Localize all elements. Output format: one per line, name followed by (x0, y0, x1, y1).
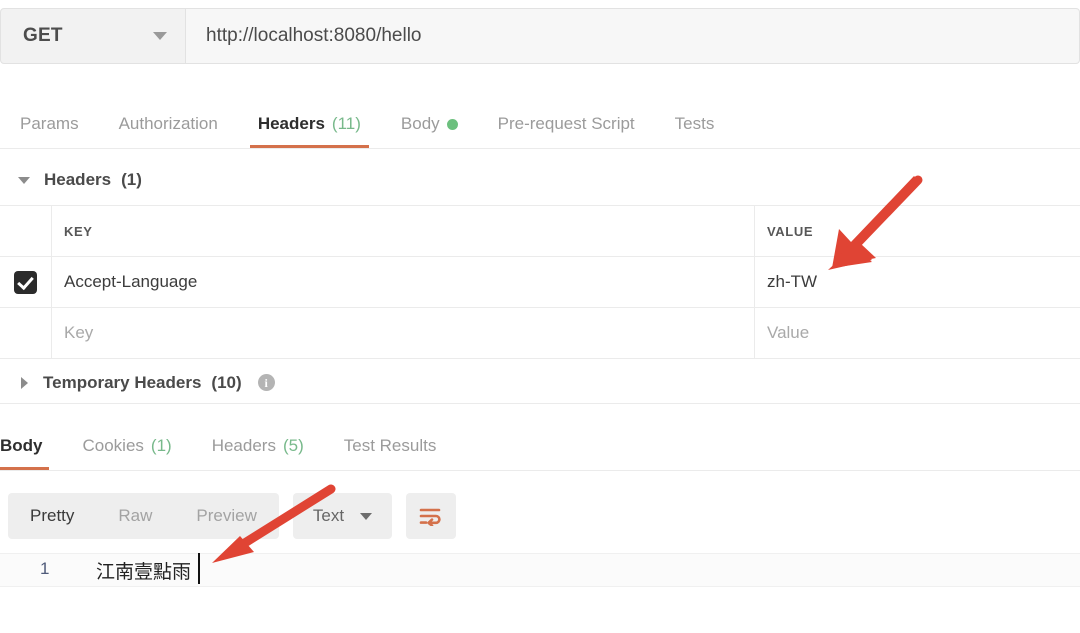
triangle-down-icon (18, 177, 30, 184)
request-url-value: http://localhost:8080/hello (206, 25, 422, 47)
tab-body[interactable]: Body (381, 100, 478, 148)
headers-section-title: Headers (44, 170, 111, 190)
view-mode-pretty[interactable]: Pretty (8, 493, 96, 539)
tab-authorization[interactable]: Authorization (99, 100, 238, 148)
body-content-dot-icon (447, 119, 458, 130)
request-url-input[interactable]: http://localhost:8080/hello (186, 8, 1080, 64)
response-tab-cookies-count: (1) (151, 436, 172, 456)
line-number: 1 (40, 559, 49, 579)
table-header-key-cell: KEY (52, 206, 755, 256)
response-tab-bar: Body Cookies (1) Headers (5) Test Result… (0, 422, 1080, 471)
request-url-bar: GET http://localhost:8080/hello (0, 8, 1080, 64)
text-cursor (198, 553, 200, 584)
response-tab-body[interactable]: Body (0, 422, 63, 470)
response-tab-headers-label: Headers (212, 436, 276, 456)
header-key-value: Accept-Language (64, 272, 197, 292)
chevron-down-icon (360, 513, 372, 520)
column-header-key: KEY (64, 224, 93, 239)
tab-body-label: Body (401, 114, 440, 134)
tab-headers-count: (11) (332, 114, 361, 134)
table-header-check-cell (0, 206, 52, 256)
new-header-value-placeholder: Value (767, 323, 809, 343)
response-tab-body-label: Body (0, 436, 43, 456)
tab-tests[interactable]: Tests (655, 100, 735, 148)
tab-headers-label: Headers (258, 114, 325, 134)
tab-pre-request-script-label: Pre-request Script (498, 114, 635, 134)
new-header-key-placeholder: Key (64, 323, 93, 343)
request-tab-bar: Params Authorization Headers (11) Body P… (0, 100, 1080, 149)
header-enabled-checkbox[interactable] (14, 271, 37, 294)
table-row-empty: Key Value (0, 307, 1080, 359)
column-header-value: VALUE (767, 224, 813, 239)
response-tab-cookies[interactable]: Cookies (1) (63, 422, 192, 470)
table-row: Accept-Language zh-TW (0, 256, 1080, 307)
new-header-key-input[interactable]: Key (52, 308, 755, 358)
row-check-cell (0, 257, 52, 307)
chevron-down-icon (153, 32, 167, 40)
header-key-input[interactable]: Accept-Language (52, 257, 755, 307)
response-tab-headers[interactable]: Headers (5) (192, 422, 324, 470)
headers-table: KEY VALUE Accept-Language zh-TW Key Valu… (0, 205, 1080, 359)
table-header-value-cell: VALUE (755, 206, 1080, 256)
response-body-viewer[interactable]: 1 江南壹點雨 (0, 546, 1080, 633)
temporary-headers-count: (10) (211, 373, 241, 393)
view-mode-pretty-label: Pretty (30, 506, 74, 526)
temporary-headers-section-toggle[interactable]: Temporary Headers (10) i (0, 362, 1080, 404)
row-check-cell-empty (0, 308, 52, 358)
wrap-lines-icon (419, 506, 443, 526)
response-viewer-toolbar: Pretty Raw Preview Text (0, 492, 1080, 540)
tab-tests-label: Tests (675, 114, 715, 134)
response-format-label: Text (313, 506, 344, 526)
header-value-input[interactable]: zh-TW (755, 257, 1080, 307)
tab-headers[interactable]: Headers (11) (238, 100, 381, 148)
http-method-label: GET (23, 25, 63, 47)
response-format-select[interactable]: Text (293, 493, 392, 539)
headers-section-count: (1) (121, 170, 142, 190)
new-header-value-input[interactable]: Value (755, 308, 1080, 358)
view-mode-raw[interactable]: Raw (96, 493, 174, 539)
response-tab-cookies-label: Cookies (83, 436, 144, 456)
response-tab-headers-count: (5) (283, 436, 304, 456)
response-tab-test-results-label: Test Results (344, 436, 437, 456)
table-header-row: KEY VALUE (0, 205, 1080, 256)
info-icon[interactable]: i (258, 374, 275, 391)
tab-authorization-label: Authorization (119, 114, 218, 134)
triangle-right-icon (21, 377, 28, 389)
view-mode-raw-label: Raw (118, 506, 152, 526)
header-value-value: zh-TW (767, 272, 817, 292)
tab-pre-request-script[interactable]: Pre-request Script (478, 100, 655, 148)
headers-section-toggle[interactable]: Headers (1) (0, 160, 1080, 200)
view-mode-group: Pretty Raw Preview (8, 493, 279, 539)
tab-params-label: Params (20, 114, 79, 134)
http-method-select[interactable]: GET (0, 8, 186, 64)
response-tab-test-results[interactable]: Test Results (324, 422, 457, 470)
view-mode-preview-label: Preview (196, 506, 256, 526)
view-mode-preview[interactable]: Preview (174, 493, 278, 539)
tab-params[interactable]: Params (0, 100, 99, 148)
wrap-lines-button[interactable] (406, 493, 456, 539)
temporary-headers-title: Temporary Headers (43, 373, 201, 393)
response-body-text: 江南壹點雨 (96, 557, 191, 584)
